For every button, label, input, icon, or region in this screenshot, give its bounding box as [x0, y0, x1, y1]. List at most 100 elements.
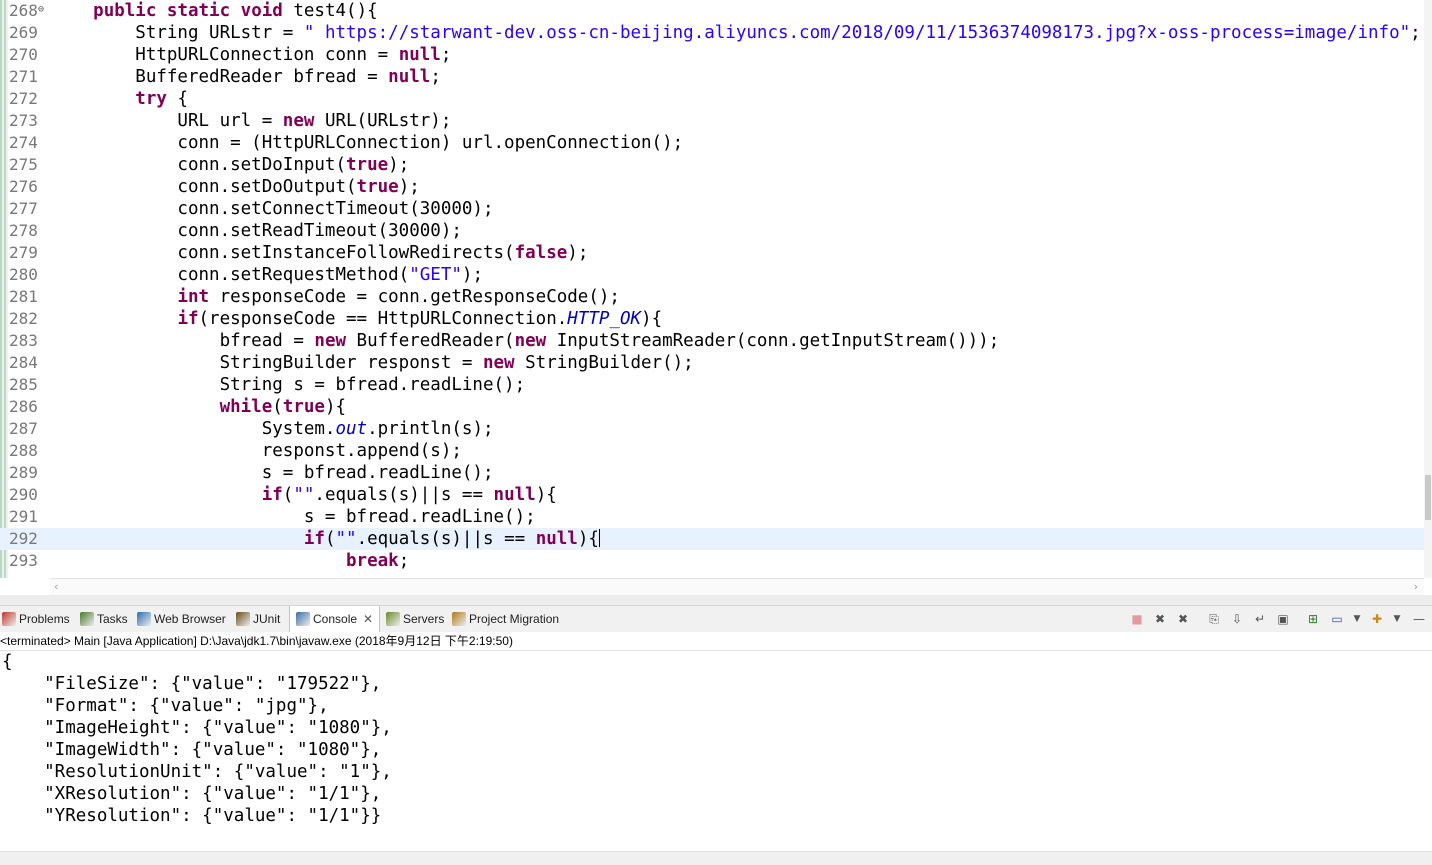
- console-output-line: "Format": {"value": "jpg"},: [2, 696, 329, 716]
- editor-vertical-scrollbar[interactable]: [1424, 0, 1432, 578]
- code-line[interactable]: 279 conn.setInstanceFollowRedirects(fals…: [0, 242, 1424, 264]
- line-number: 288: [9, 441, 38, 460]
- terminate-icon[interactable]: ■: [1130, 612, 1144, 626]
- line-number: 283: [9, 331, 38, 350]
- line-number: 284: [9, 353, 38, 372]
- line-number: 290: [9, 485, 38, 504]
- line-number: 286: [9, 397, 38, 416]
- remove-launch-icon[interactable]: ✖: [1153, 612, 1167, 626]
- open-console-icon[interactable]: ✚: [1370, 612, 1384, 626]
- minimize-icon[interactable]: —: [1412, 612, 1426, 626]
- fold-toggle-icon[interactable]: ⊖: [38, 4, 44, 15]
- code-line[interactable]: 278 conn.setReadTimeout(30000);: [0, 220, 1424, 242]
- tab-junit[interactable]: JUnit: [236, 606, 280, 632]
- code-text: bfread = new BufferedReader(new InputStr…: [51, 331, 1000, 351]
- bottom-panel-tabs: Problems Tasks Web Browser JUnit Console ✕ Ser…: [0, 605, 1432, 633]
- console-output[interactable]: { "FileSize": {"value": "179522"}, "Form…: [0, 651, 1432, 851]
- console-output-line: "ImageHeight": {"value": "1080"},: [2, 718, 392, 738]
- code-line[interactable]: 284 StringBuilder responst = new StringB…: [0, 352, 1424, 374]
- pin-console-icon[interactable]: ⊞: [1306, 612, 1320, 626]
- console-output-line: "ImageWidth": {"value": "1080"},: [2, 740, 382, 760]
- line-number: 293: [9, 551, 38, 570]
- code-text: conn.setDoInput(true);: [51, 155, 410, 175]
- tasks-icon: [80, 612, 94, 626]
- display-console-icon[interactable]: ▭: [1330, 612, 1344, 626]
- code-line[interactable]: 273 URL url = new URL(URLstr);: [0, 110, 1424, 132]
- tab-label: Project Migration: [469, 612, 560, 626]
- code-text: while(true){: [219, 397, 347, 417]
- tab-label: Servers: [403, 612, 445, 626]
- code-text: String URLstr = " https://starwant-dev.o…: [51, 23, 1421, 43]
- chevron-down-icon[interactable]: ▼: [1390, 612, 1404, 626]
- tab-web-browser[interactable]: Web Browser: [137, 606, 226, 632]
- tab-servers[interactable]: Servers: [386, 606, 444, 632]
- code-line[interactable]: 277 conn.setConnectTimeout(30000);: [0, 198, 1424, 220]
- scroll-right-icon[interactable]: ›: [1414, 579, 1418, 595]
- code-line[interactable]: 272 try {: [0, 88, 1424, 110]
- tab-label: JUnit: [253, 612, 281, 626]
- tab-tasks[interactable]: Tasks: [80, 606, 128, 632]
- line-number: 277: [9, 199, 38, 218]
- line-number: 272: [9, 89, 38, 108]
- console-horizontal-scrollbar[interactable]: [0, 851, 1432, 865]
- problems-icon: [2, 612, 16, 626]
- code-line[interactable]: 275 conn.setDoInput(true);: [0, 154, 1424, 176]
- web-browser-icon: [137, 612, 151, 626]
- code-line[interactable]: 290 if("".equals(s)||s == null){: [0, 484, 1424, 506]
- code-line[interactable]: 285 String s = bfread.readLine();: [0, 374, 1424, 396]
- tab-project-migration[interactable]: Project Migration: [452, 606, 559, 632]
- code-editor[interactable]: 268 ⊖ public static void test4(){269 Stri…: [0, 0, 1432, 578]
- code-line[interactable]: 270 HttpURLConnection conn = null;: [0, 44, 1424, 66]
- code-line[interactable]: 289 s = bfread.readLine();: [0, 462, 1424, 484]
- code-line[interactable]: 283 bfread = new BufferedReader(new Inpu…: [0, 330, 1424, 352]
- code-text: try {: [135, 89, 188, 109]
- remove-all-terminated-icon[interactable]: ✖: [1176, 612, 1190, 626]
- code-text: BufferedReader bfread = null;: [51, 67, 441, 87]
- scroll-lock-icon[interactable]: ⇩: [1230, 612, 1244, 626]
- chevron-down-icon[interactable]: ▼: [1350, 612, 1364, 626]
- scroll-left-icon[interactable]: ‹: [54, 579, 58, 595]
- tab-label: Console: [313, 612, 358, 626]
- editor-horizontal-scrollbar[interactable]: ‹ ›: [50, 578, 1424, 595]
- console-output-line: "ResolutionUnit": {"value": "1"},: [2, 762, 392, 782]
- code-line[interactable]: 291 s = bfread.readLine();: [0, 506, 1424, 528]
- code-line[interactable]: 276 conn.setDoOutput(true);: [0, 176, 1424, 198]
- code-line[interactable]: 269 String URLstr = " https://starwant-d…: [0, 22, 1424, 44]
- code-text: conn.setDoOutput(true);: [51, 177, 420, 197]
- editor-scroll-thumb[interactable]: [1425, 475, 1431, 520]
- word-wrap-icon[interactable]: ↵: [1253, 612, 1267, 626]
- code-line[interactable]: 286 while(true){: [0, 396, 1424, 418]
- code-line[interactable]: 274 conn = (HttpURLConnection) url.openC…: [0, 132, 1424, 154]
- line-number: 287: [9, 419, 38, 438]
- tab-console[interactable]: Console ✕: [289, 606, 381, 632]
- view-sash[interactable]: [0, 595, 1432, 605]
- line-number: 291: [9, 507, 38, 526]
- code-line[interactable]: 282 if(responseCode == HttpURLConnection…: [0, 308, 1424, 330]
- close-icon[interactable]: ✕: [363, 612, 373, 626]
- code-text: public static void test4(){: [93, 1, 378, 21]
- code-line[interactable]: 280 conn.setRequestMethod("GET");: [0, 264, 1424, 286]
- code-line[interactable]: 281 int responseCode = conn.getResponseC…: [0, 286, 1424, 308]
- line-number: 281: [9, 287, 38, 306]
- code-line[interactable]: 268 ⊖ public static void test4(){: [0, 0, 1424, 22]
- code-line[interactable]: 288 responst.append(s);: [0, 440, 1424, 462]
- code-line[interactable]: 271 BufferedReader bfread = null;: [0, 66, 1424, 88]
- show-console-icon[interactable]: ▣: [1276, 612, 1290, 626]
- code-line[interactable]: 293 break;: [0, 550, 1424, 572]
- code-text: s = bfread.readLine();: [51, 507, 536, 527]
- code-text: URL url = new URL(URLstr);: [51, 111, 452, 131]
- clear-console-icon[interactable]: ⎘: [1207, 612, 1221, 626]
- code-text: responst.append(s);: [51, 441, 462, 461]
- code-text: s = bfread.readLine();: [51, 463, 494, 483]
- tab-problems[interactable]: Problems: [2, 606, 70, 632]
- code-text: String s = bfread.readLine();: [51, 375, 526, 395]
- code-text: conn.setConnectTimeout(30000);: [51, 199, 494, 219]
- line-number: 275: [9, 155, 38, 174]
- line-number: 269: [9, 23, 38, 42]
- line-number: 282: [9, 309, 38, 328]
- code-line[interactable]: 287 System.out.println(s);: [0, 418, 1424, 440]
- code-text: if("".equals(s)||s == null){: [303, 529, 600, 549]
- tab-label: Tasks: [97, 612, 128, 626]
- line-number: 278: [9, 221, 38, 240]
- code-line[interactable]: 292 if("".equals(s)||s == null){: [0, 528, 1424, 550]
